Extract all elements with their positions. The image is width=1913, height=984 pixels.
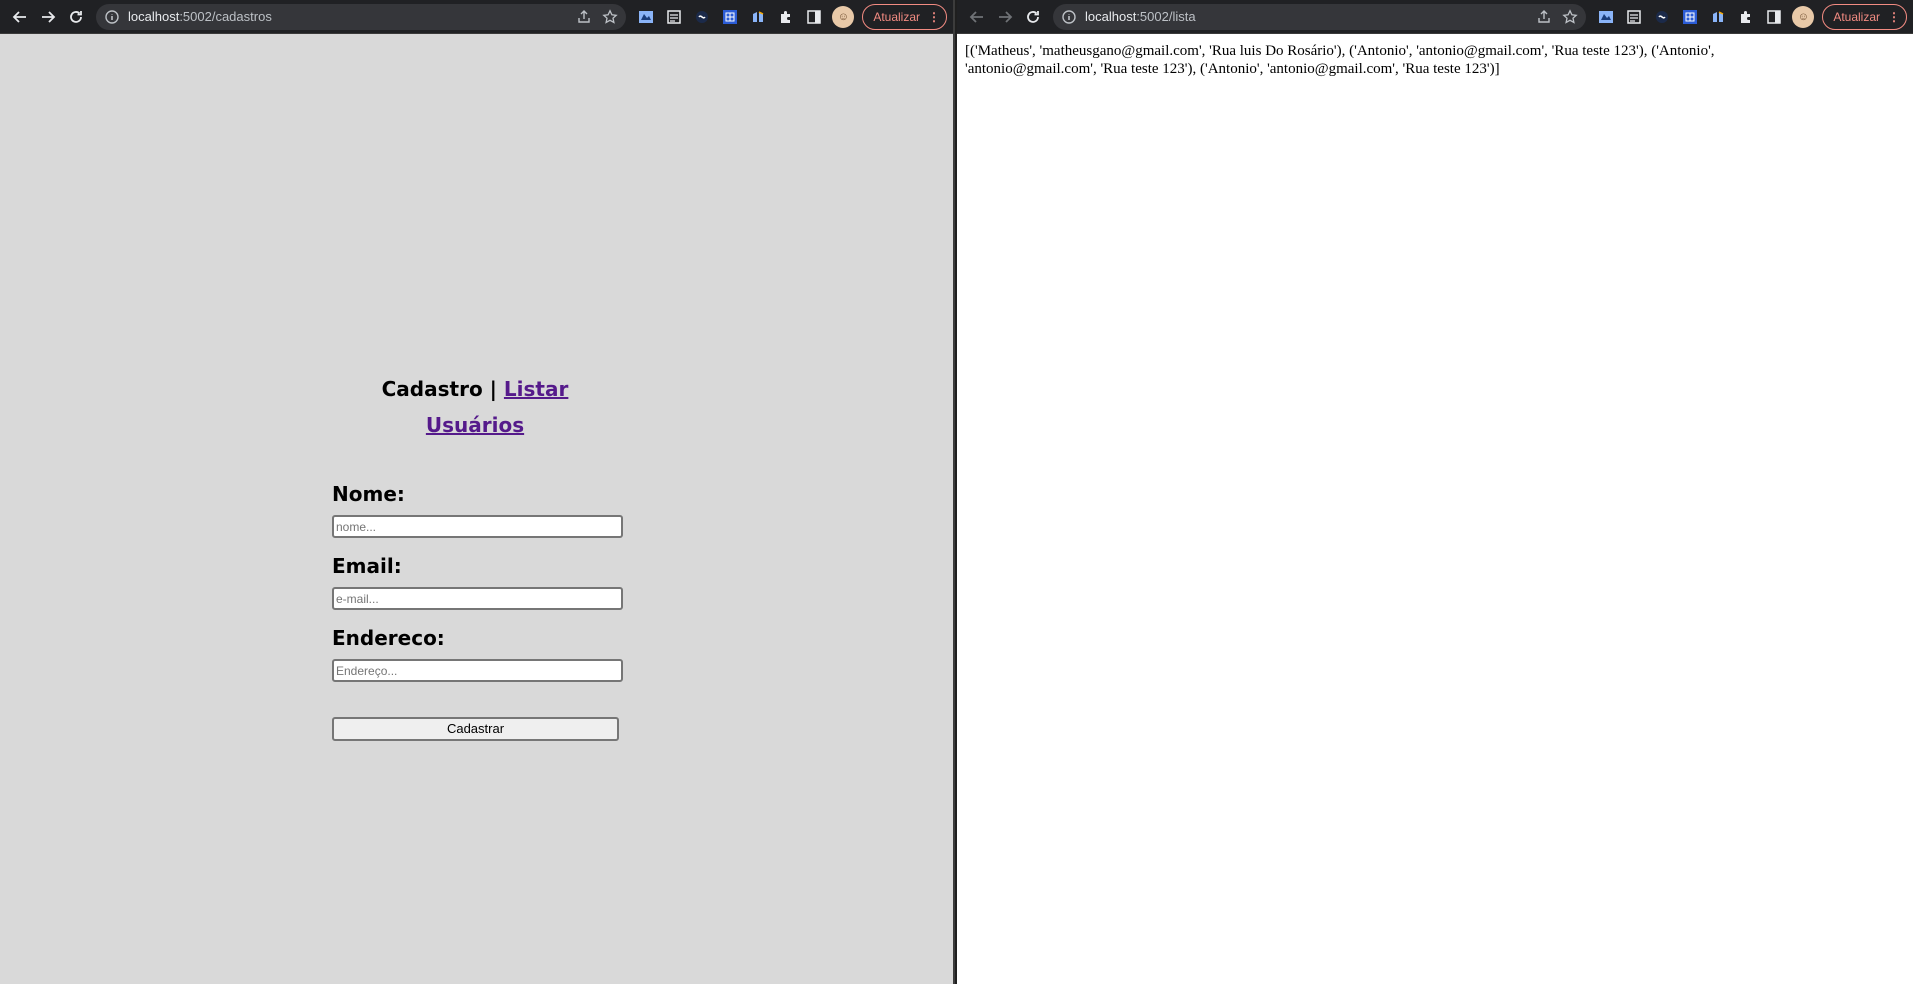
endereco-label: Endereco:	[332, 626, 445, 650]
star-icon[interactable]	[602, 8, 619, 25]
arrow-left-icon	[12, 10, 26, 23]
info-icon[interactable]	[104, 9, 120, 25]
star-icon[interactable]	[1562, 8, 1579, 25]
extension-5-icon[interactable]	[749, 8, 767, 26]
forward-button[interactable]	[34, 3, 62, 31]
update-button[interactable]: Atualizar ⋮	[1822, 3, 1907, 30]
page-content-cadastros: Cadastro | Listar Usuários Nome: Email: …	[0, 34, 953, 984]
url-path: :5002/cadastros	[179, 9, 272, 24]
extension-1-icon[interactable]	[1597, 8, 1615, 26]
back-button[interactable]	[963, 3, 991, 31]
endereco-input[interactable]	[332, 659, 623, 682]
arrow-right-icon	[999, 10, 1013, 23]
browser-toolbar: localhost:5002/lista ☺ Atualizar ⋮	[957, 0, 1913, 34]
user-list-raw-text: [('Matheus', 'matheusgano@gmail.com', 'R…	[965, 43, 1715, 77]
extension-3-icon[interactable]	[693, 8, 711, 26]
extension-2-icon[interactable]	[1625, 8, 1643, 26]
url-text[interactable]: localhost:5002/cadastros	[128, 9, 566, 24]
side-panel-icon[interactable]	[805, 8, 823, 26]
cadastrar-button[interactable]: Cadastrar	[332, 717, 619, 741]
puzzle-icon[interactable]	[777, 8, 795, 26]
arrow-left-icon	[969, 10, 983, 23]
extension-5-icon[interactable]	[1709, 8, 1727, 26]
more-menu-icon[interactable]: ⋮	[1888, 10, 1900, 24]
browser-window-lista: localhost:5002/lista ☺ Atualizar ⋮ [('Mat…	[957, 0, 1913, 984]
url-text[interactable]: localhost:5002/lista	[1085, 9, 1526, 24]
browser-toolbar: localhost:5002/cadastros ☺ Atualizar ⋮	[0, 0, 953, 34]
url-path: :5002/lista	[1136, 9, 1196, 24]
cadastro-form: Cadastro | Listar Usuários Nome: Email: …	[332, 371, 632, 741]
puzzle-icon[interactable]	[1737, 8, 1755, 26]
update-label: Atualizar	[873, 9, 920, 24]
nome-label: Nome:	[332, 482, 405, 506]
url-host: localhost	[128, 9, 180, 24]
extension-3-icon[interactable]	[1653, 8, 1671, 26]
url-host: localhost	[1085, 9, 1137, 24]
email-input[interactable]	[332, 587, 623, 610]
address-bar[interactable]: localhost:5002/cadastros	[96, 3, 627, 30]
back-button[interactable]	[6, 3, 34, 31]
more-menu-icon[interactable]: ⋮	[928, 10, 940, 24]
address-bar[interactable]: localhost:5002/lista	[1053, 3, 1587, 30]
reload-icon	[70, 10, 82, 23]
extension-4-icon[interactable]	[1681, 8, 1699, 26]
side-panel-icon[interactable]	[1765, 8, 1783, 26]
reload-button[interactable]	[1019, 3, 1047, 31]
update-label: Atualizar	[1833, 9, 1880, 24]
reload-icon	[1027, 10, 1039, 23]
email-label: Email:	[332, 554, 402, 578]
profile-avatar[interactable]: ☺	[1792, 5, 1815, 28]
page-heading: Cadastro | Listar Usuários	[332, 371, 618, 443]
arrow-right-icon	[42, 10, 56, 23]
share-icon[interactable]	[576, 9, 592, 25]
share-icon[interactable]	[1536, 9, 1552, 25]
browser-window-cadastros: localhost:5002/cadastros ☺ Atualizar ⋮ Ca…	[0, 0, 955, 984]
heading-title: Cadastro |	[381, 377, 497, 401]
page-content-lista: [('Matheus', 'matheusgano@gmail.com', 'R…	[957, 34, 1913, 984]
extension-4-icon[interactable]	[721, 8, 739, 26]
nome-input[interactable]	[332, 515, 623, 538]
extension-2-icon[interactable]	[665, 8, 683, 26]
profile-avatar[interactable]: ☺	[832, 5, 855, 28]
forward-button[interactable]	[991, 3, 1019, 31]
info-icon[interactable]	[1061, 9, 1077, 25]
extension-1-icon[interactable]	[637, 8, 655, 26]
update-button[interactable]: Atualizar ⋮	[862, 3, 947, 30]
reload-button[interactable]	[62, 3, 90, 31]
